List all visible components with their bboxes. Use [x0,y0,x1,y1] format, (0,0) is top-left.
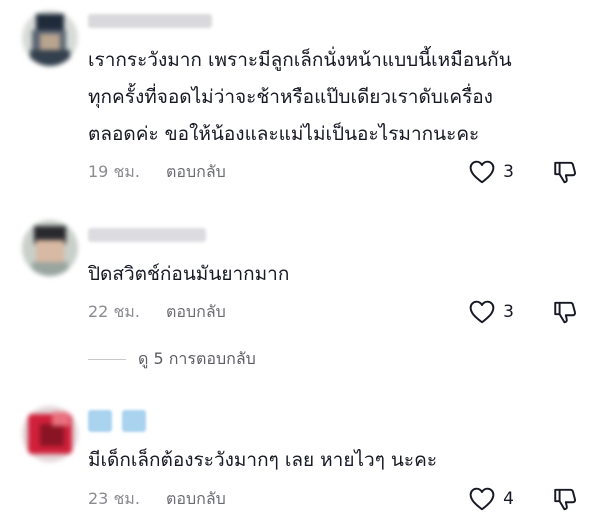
avatar[interactable] [22,220,78,276]
like-count: 4 [503,489,514,509]
avatar[interactable] [22,10,78,66]
comment-time: 23 ชม. [88,488,140,508]
avatar[interactable] [22,406,78,462]
comment-list: เรากระวังมาก เพราะมีลูกเล็กนั่งหน้าแบบนี… [0,0,600,521]
heart-icon [469,487,495,511]
divider-line [88,358,126,360]
comment-time: 22 ชม. [88,301,140,321]
reply-button[interactable]: ตอบกลับ [166,300,226,325]
view-replies-button[interactable]: ดู 5 การตอบกลับ [88,346,256,372]
comment-time: 19 ชม. [88,161,140,181]
username-blurred[interactable] [88,228,206,242]
dislike-icon[interactable] [552,159,578,185]
user-badge-icon [88,410,112,432]
like-button[interactable]: 3 [469,300,514,324]
reply-button[interactable]: ตอบกลับ [166,487,226,512]
view-replies-label: ดู 5 การตอบกลับ [138,348,256,368]
heart-icon [469,300,495,324]
dislike-icon[interactable] [552,299,578,325]
comment-text: เรากระวังมาก เพราะมีลูกเล็กนั่งหน้าแบบนี… [88,49,512,145]
like-button[interactable]: 3 [469,160,514,184]
like-count: 3 [503,162,514,182]
like-button[interactable]: 4 [469,487,514,511]
username-blurred[interactable] [88,410,146,432]
reply-button[interactable]: ตอบกลับ [166,160,226,185]
like-count: 3 [503,302,514,322]
comment-text: ปิดสวิตช์ก่อนมันยากมาก [88,263,290,285]
comment-text: มีเด็กเล็กต้องระวังมากๆ เลย หายไวๆ นะคะ [88,449,438,471]
username-blurred[interactable] [88,14,212,28]
dislike-icon[interactable] [552,486,578,512]
heart-icon [469,160,495,184]
user-badge-icon [122,410,146,432]
